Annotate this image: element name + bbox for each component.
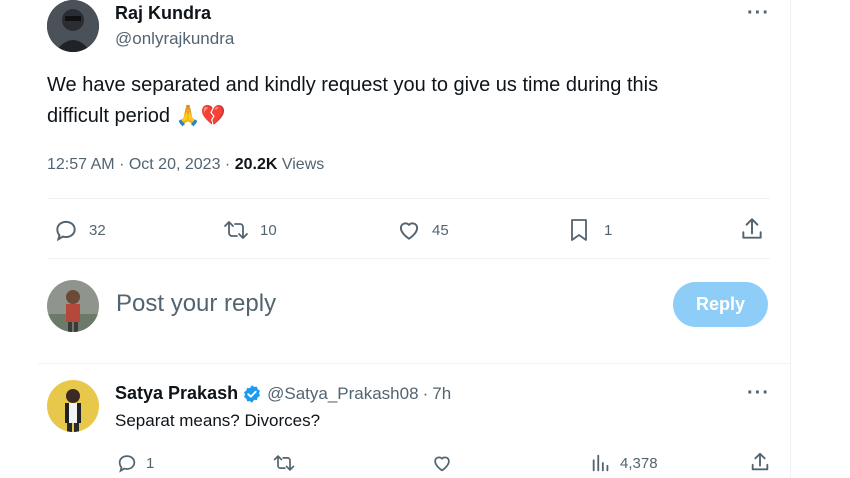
like-icon bbox=[396, 217, 422, 243]
verified-icon bbox=[242, 384, 262, 404]
share-icon bbox=[739, 216, 765, 242]
repost-icon bbox=[222, 217, 250, 243]
divider bbox=[38, 363, 790, 364]
bookmark-button[interactable]: 1 bbox=[567, 217, 612, 243]
repost-count: 10 bbox=[260, 221, 277, 239]
like-icon bbox=[431, 452, 453, 474]
reply-input[interactable]: Post your reply bbox=[116, 290, 276, 318]
tweet-text-line2: difficult period 🙏💔 bbox=[47, 101, 225, 132]
reply-icon bbox=[53, 217, 79, 243]
tweet-text-line1: We have separated and kindly request you… bbox=[47, 74, 659, 96]
reply-author-avatar[interactable] bbox=[47, 380, 99, 432]
reply-age[interactable]: 7h bbox=[432, 384, 451, 404]
share-icon bbox=[749, 451, 771, 473]
bookmark-count: 1 bbox=[604, 221, 613, 239]
reply-reply-button[interactable]: 1 bbox=[116, 452, 154, 474]
reply-more-icon[interactable]: ··· bbox=[747, 382, 770, 405]
views-count: 20.2K bbox=[234, 156, 278, 173]
more-icon[interactable]: ··· bbox=[747, 2, 770, 25]
current-user-avatar[interactable] bbox=[47, 280, 99, 332]
views-label: Views bbox=[281, 156, 325, 173]
meta-separator: · bbox=[119, 156, 125, 173]
meta-separator: · bbox=[422, 383, 429, 403]
analytics-icon bbox=[590, 452, 612, 474]
reply-author-handle[interactable]: @Satya_Prakash08 bbox=[267, 384, 418, 404]
tweet-emoji: 🙏💔 bbox=[175, 105, 226, 127]
divider bbox=[47, 258, 770, 259]
reply-views-count: 4,378 bbox=[620, 454, 658, 472]
author-avatar[interactable] bbox=[47, 0, 99, 52]
reply-submit-button[interactable]: Reply bbox=[673, 282, 768, 327]
reply-views-button[interactable]: 4,378 bbox=[590, 452, 658, 474]
share-button[interactable] bbox=[739, 216, 765, 242]
reply-like-button[interactable] bbox=[431, 452, 453, 474]
reply-reply-count: 1 bbox=[146, 454, 155, 472]
reply-text: Separat means? Divorces? bbox=[115, 411, 321, 430]
reply-repost-button[interactable] bbox=[272, 452, 296, 474]
meta-separator: · bbox=[224, 156, 231, 173]
tweet-meta: 12:57 AM · Oct 20, 2023 · 20.2K Views bbox=[47, 156, 324, 174]
reply-header: Satya Prakash @Satya_Prakash08 · 7h bbox=[115, 383, 451, 404]
tweet-date[interactable]: Oct 20, 2023 bbox=[129, 156, 221, 173]
reply-share-button[interactable] bbox=[749, 451, 771, 473]
reply-icon bbox=[116, 452, 138, 474]
repost-button[interactable]: 10 bbox=[222, 217, 277, 243]
like-button[interactable]: 45 bbox=[396, 217, 449, 243]
tweet-text-line2-content: difficult period bbox=[47, 105, 171, 127]
divider bbox=[47, 198, 770, 199]
repost-icon bbox=[272, 452, 296, 474]
timeline-border bbox=[790, 0, 791, 478]
reply-count: 32 bbox=[89, 221, 106, 239]
author-name[interactable]: Raj Kundra bbox=[115, 3, 211, 24]
bookmark-icon bbox=[567, 217, 591, 243]
author-handle[interactable]: @onlyrajkundra bbox=[115, 29, 234, 49]
reply-author-name[interactable]: Satya Prakash bbox=[115, 383, 238, 404]
reply-button[interactable]: 32 bbox=[53, 217, 106, 243]
tweet-time[interactable]: 12:57 AM bbox=[47, 156, 115, 173]
like-count: 45 bbox=[432, 221, 449, 239]
